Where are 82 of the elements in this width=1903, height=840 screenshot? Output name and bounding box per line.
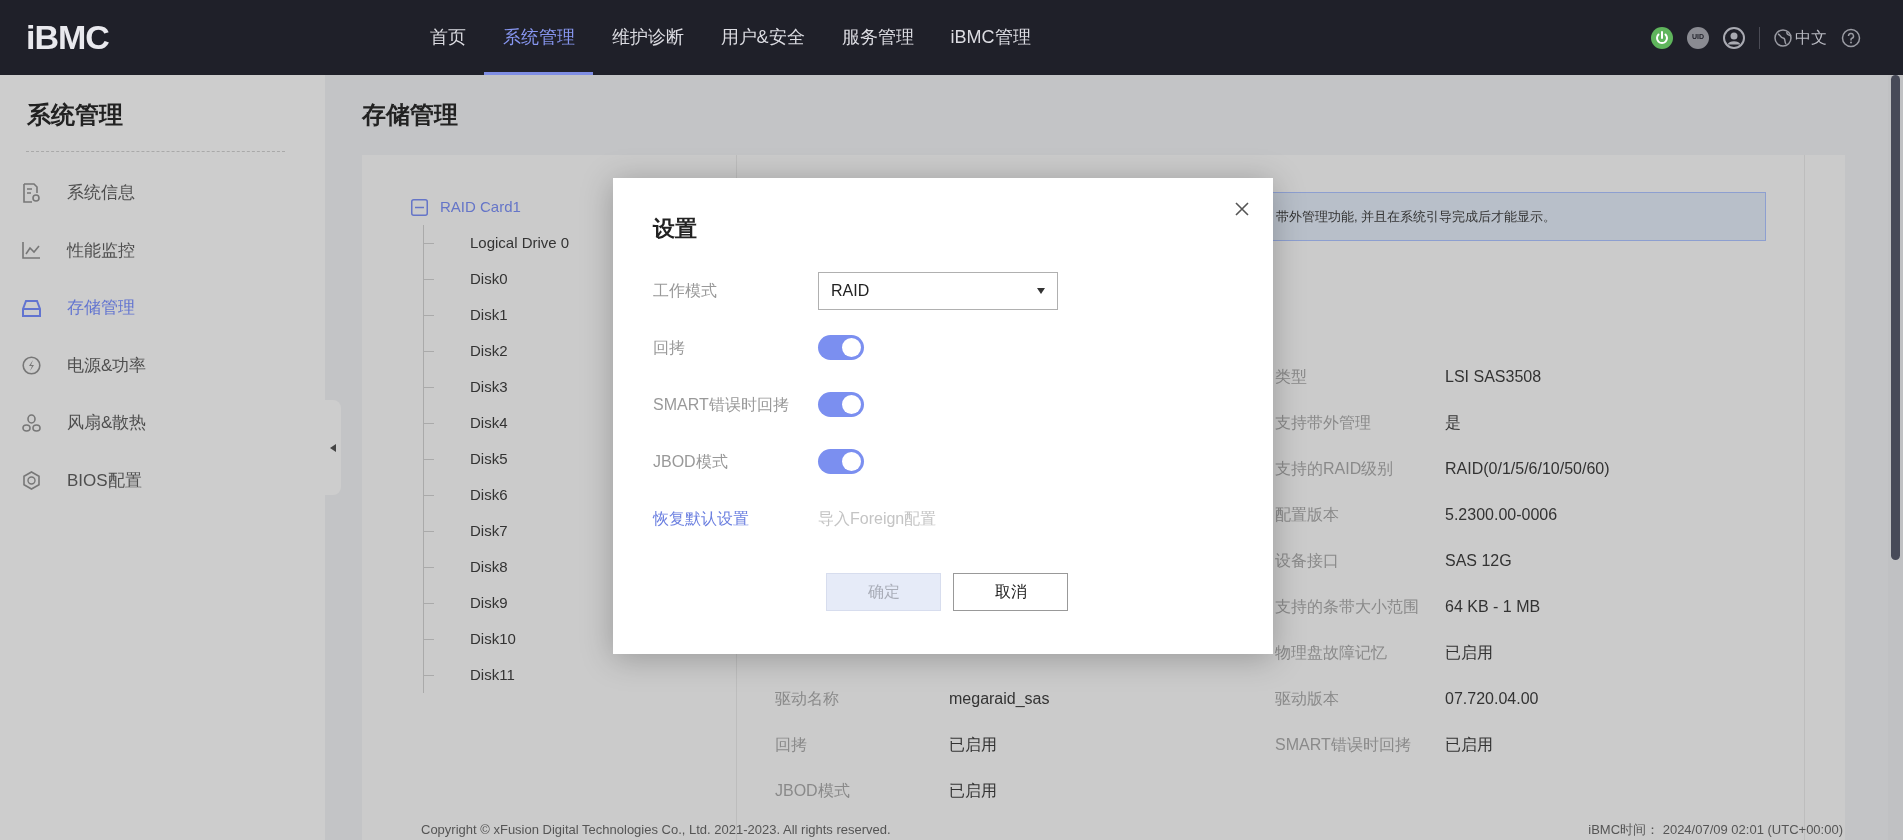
tree-item[interactable]: Disk4 [470, 411, 508, 435]
user-icon[interactable] [1723, 26, 1745, 49]
property-label: 类型 [1275, 367, 1308, 387]
tree-item[interactable]: Disk8 [470, 555, 508, 579]
hexagon-icon [22, 471, 41, 491]
sidebar-item[interactable]: 系统信息 [0, 164, 325, 222]
property-label: SMART错误时回拷 [1275, 735, 1412, 755]
tree-item[interactable]: Disk2 [470, 339, 508, 363]
sidebar-title: 系统管理 [26, 100, 124, 130]
property-value: RAID(0/1/5/6/10/50/60) [1445, 459, 1611, 479]
property-label: 支持带外管理 [1275, 413, 1372, 433]
tree-item[interactable]: Disk9 [470, 591, 508, 615]
fan-icon [22, 413, 41, 433]
sidebar-item[interactable]: 电源&功率 [0, 336, 325, 395]
property-value: megaraid_sas [949, 689, 1051, 709]
collapse-handle[interactable] [325, 400, 341, 495]
sidebar-item[interactable]: 性能监控 [0, 221, 325, 280]
tree-item[interactable]: Disk6 [470, 483, 508, 507]
field-label: SMART错误时回拷 [653, 394, 790, 415]
property-value: SAS 12G [1445, 551, 1513, 571]
sidebar-item[interactable]: BIOS配置 [0, 451, 325, 510]
document-gear-icon [22, 182, 41, 203]
property-label: 驱动版本 [1275, 689, 1340, 709]
collapse-icon[interactable] [411, 198, 428, 216]
field-label: JBOD模式 [653, 451, 729, 472]
dialog-title: 设置 [653, 215, 698, 243]
tree-item[interactable]: Disk5 [470, 447, 508, 471]
nav-tab[interactable]: 维护诊断 [593, 0, 702, 75]
nav-tab[interactable]: 首页 [411, 0, 484, 75]
link[interactable]: 恢复默认设置 [653, 506, 818, 531]
language-button[interactable]: 中文 [1774, 25, 1827, 50]
property-label: 配置版本 [1275, 505, 1340, 525]
nav-tab[interactable]: 用户&安全 [702, 0, 823, 75]
property-label: 设备接口 [1275, 551, 1340, 571]
toggle-switch[interactable] [818, 449, 864, 474]
property-value: 是 [1445, 413, 1462, 433]
nav-tab[interactable]: iBMC管理 [932, 0, 1049, 75]
copyright-text: Copyright © xFusion Digital Technologies Co., Ltd. 2021-2023. All rights reserved. [421, 821, 891, 839]
property-value: LSI SAS3508 [1445, 367, 1543, 387]
property-value: 已启用 [949, 781, 998, 801]
property-value: 64 KB - 1 MB [1445, 597, 1542, 617]
tree-item[interactable]: Disk7 [470, 519, 508, 543]
property-label: 支持的条带大小范围 [1275, 597, 1420, 617]
toggle-switch[interactable] [818, 335, 864, 360]
property-value: 已启用 [1445, 643, 1494, 663]
property-label: 物理盘故障记忆 [1275, 643, 1388, 663]
field-label: 回拷 [653, 337, 686, 358]
property-label: 回拷 [775, 735, 808, 755]
nav-tab[interactable]: 服务管理 [823, 0, 932, 75]
tree-item[interactable]: Logical Drive 0 [470, 231, 570, 255]
caret-icon [330, 443, 336, 452]
nav-tab[interactable]: 系统管理 [484, 0, 593, 75]
select-field[interactable]: RAID [818, 271, 1058, 310]
logo: iBMC [25, 17, 110, 58]
help-icon[interactable] [1841, 27, 1861, 48]
drive-icon [22, 299, 41, 317]
property-label: 驱动名称 [775, 689, 840, 709]
cancel-button[interactable]: 取消 [953, 573, 1068, 611]
lightning-icon [22, 356, 41, 376]
tree-item[interactable]: Disk0 [470, 267, 508, 291]
line-chart-icon [22, 241, 41, 260]
page-title: 存储管理 [362, 100, 459, 130]
property-value: 5.2300.00-0006 [1445, 505, 1559, 525]
scrollbar-thumb[interactable] [1891, 75, 1900, 560]
field-label: 工作模式 [653, 280, 718, 301]
property-value: 07.720.04.00 [1445, 689, 1540, 709]
sidebar-item[interactable]: 风扇&散热 [0, 394, 325, 452]
notice-text: 带外管理功能, 并且在系统引导完成后才能显示。 [1276, 207, 1557, 226]
toggle-switch[interactable] [818, 392, 864, 417]
tree-item[interactable]: Disk3 [470, 375, 508, 399]
close-icon [1235, 202, 1249, 216]
tree-item[interactable]: Disk10 [470, 627, 516, 651]
tree-item[interactable]: Disk11 [470, 663, 515, 687]
property-label: JBOD模式 [775, 781, 851, 801]
tree-item[interactable]: Disk1 [470, 303, 508, 327]
caret-icon [1037, 287, 1045, 294]
power-icon[interactable] [1651, 26, 1673, 49]
bmc-time: iBMC时间： 2024/07/09 02:01 (UTC+00:00) [1588, 821, 1843, 839]
property-value: 已启用 [949, 735, 998, 755]
property-label: 支持的RAID级别 [1275, 459, 1395, 479]
property-value: 已启用 [1445, 735, 1494, 755]
globe-icon [1774, 28, 1792, 47]
